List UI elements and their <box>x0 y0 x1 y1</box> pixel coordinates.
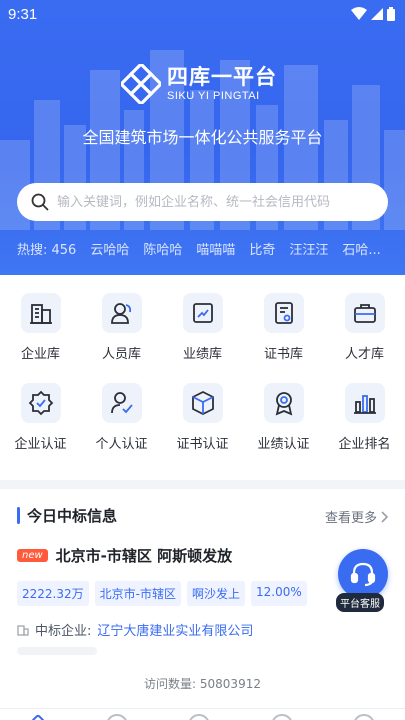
customer-service-label: 平台客服 <box>336 593 384 612</box>
bid-item-tags: 2222.32万 北京市-市辖区 啊沙发上 12.00% <box>17 581 307 606</box>
grid-item-talent-library[interactable]: 人才库 <box>324 293 405 383</box>
people-icon <box>101 293 142 333</box>
trend-chart-icon <box>182 293 223 333</box>
bid-item-title-row[interactable]: new 北京市-市辖区 阿斯顿发放 <box>17 545 232 566</box>
nav-tab-icon[interactable] <box>188 714 211 720</box>
bottom-navigation <box>0 708 405 720</box>
search-bar[interactable] <box>17 183 388 221</box>
brand-name-cn: 四库一平台 <box>167 65 277 89</box>
grid-item-label: 人员库 <box>101 347 141 362</box>
bid-info-title: 今日中标信息 <box>27 507 118 525</box>
grid-item-enterprise-ranking[interactable]: 企业排名 <box>324 383 405 473</box>
hot-search-label: 热搜: 456 <box>17 243 77 258</box>
grid-item-enterprise-library[interactable]: 企业库 <box>0 293 81 383</box>
nav-tab-icon[interactable] <box>352 714 375 720</box>
status-icons <box>351 7 395 21</box>
brand-logo: 四库一平台 SIKU YI PINGTAI <box>121 64 277 104</box>
bid-region-tag: 北京市-市辖区 <box>94 581 181 606</box>
grid-item-label: 企业库 <box>20 347 60 362</box>
grid-item-performance-certification[interactable]: 业绩认证 <box>243 383 324 473</box>
certificate-icon <box>263 293 304 333</box>
nav-tab-icon[interactable] <box>270 714 293 720</box>
grid-item-label: 企业认证 <box>14 437 67 452</box>
bid-amount-tag: 2222.32万 <box>17 581 89 606</box>
grid-item-label: 个人认证 <box>95 437 148 452</box>
platform-tagline: 全国建筑市场一体化公共服务平台 <box>82 128 323 147</box>
user-check-icon <box>101 383 142 423</box>
winner-company-link[interactable]: 辽宁大唐建业实业有限公司 <box>97 620 253 639</box>
hot-search-item[interactable]: 比奇 <box>249 239 275 258</box>
company-building-icon <box>17 624 29 636</box>
grid-item-label: 证书认证 <box>176 437 229 452</box>
bid-type-tag: 啊沙发上 <box>186 581 245 606</box>
cube-icon <box>182 383 223 423</box>
search-icon <box>31 193 49 211</box>
nav-home-icon[interactable] <box>26 713 50 720</box>
feature-grid: 企业库 人员库 业绩库 证书库 人才库 企业认证 个人认证 证书认证 业绩认证 … <box>0 275 405 473</box>
hot-search-item[interactable]: 喵喵喵 <box>196 239 235 258</box>
status-time: 9:31 <box>8 6 38 23</box>
grid-item-label: 业绩库 <box>182 347 222 362</box>
bid-item-name: 北京市-市辖区 阿斯顿发放 <box>55 547 233 565</box>
grid-item-certificate-certification[interactable]: 证书认证 <box>162 383 243 473</box>
medal-icon <box>263 383 304 423</box>
hot-search-item[interactable]: 石哈... <box>342 239 380 258</box>
grid-item-personnel-library[interactable]: 人员库 <box>81 293 162 383</box>
grid-item-label: 证书库 <box>263 347 303 362</box>
customer-service-button[interactable]: 平台客服 <box>336 549 390 613</box>
chevron-right-icon <box>381 510 389 523</box>
grid-item-enterprise-certification[interactable]: 企业认证 <box>0 383 81 473</box>
hot-search-item[interactable]: 云哈哈 <box>90 239 129 258</box>
hot-search-row: 热搜: 456 云哈哈 陈哈哈 喵喵喵 比奇 汪汪汪 石哈... <box>17 239 405 258</box>
see-more-link[interactable]: 查看更多 <box>325 507 389 526</box>
winner-label: 中标企业: <box>35 624 92 639</box>
app-screen: 9:31 四库一平台 SIKU YI PINGTAI 全国建筑市场一体化公共服务… <box>0 0 405 720</box>
headset-icon <box>338 549 388 599</box>
hot-search-item[interactable]: 汪汪汪 <box>289 239 328 258</box>
grid-item-label: 企业排名 <box>338 437 391 452</box>
truncated-content-row <box>17 647 97 655</box>
new-badge: new <box>17 549 48 562</box>
bar-chart-icon <box>344 383 385 423</box>
section-accent-bar <box>17 507 20 524</box>
verified-badge-icon <box>20 383 61 423</box>
hot-search-item[interactable]: 陈哈哈 <box>143 239 182 258</box>
bid-info-header: 今日中标信息 <box>17 505 117 526</box>
brand-name-en: SIKU YI PINGTAI <box>167 90 260 102</box>
hero-header: 9:31 四库一平台 SIKU YI PINGTAI 全国建筑市场一体化公共服务… <box>0 0 405 275</box>
grid-item-performance-library[interactable]: 业绩库 <box>162 293 243 383</box>
grid-item-certificate-library[interactable]: 证书库 <box>243 293 324 383</box>
wifi-icon <box>351 7 367 20</box>
feature-grid-panel: 企业库 人员库 业绩库 证书库 人才库 企业认证 个人认证 证书认证 业绩认证 … <box>0 275 405 480</box>
visit-count: 访问数量: 50803912 <box>144 677 261 691</box>
status-bar: 9:31 <box>0 0 405 30</box>
bid-winner-row: 中标企业: 辽宁大唐建业实业有限公司 <box>17 620 253 639</box>
search-input[interactable] <box>57 194 377 210</box>
nav-tab-icon[interactable] <box>106 714 129 720</box>
grid-item-label: 人才库 <box>344 347 384 362</box>
see-more-label: 查看更多 <box>324 511 377 526</box>
four-libraries-logo-icon <box>121 64 161 104</box>
briefcase-icon <box>344 293 385 333</box>
battery-icon <box>387 7 395 21</box>
grid-item-label: 业绩认证 <box>257 437 310 452</box>
cellular-signal-icon <box>371 8 383 20</box>
building-icon <box>20 293 61 333</box>
grid-item-personal-certification[interactable]: 个人认证 <box>81 383 162 473</box>
bid-rate-tag: 12.00% <box>250 581 307 606</box>
